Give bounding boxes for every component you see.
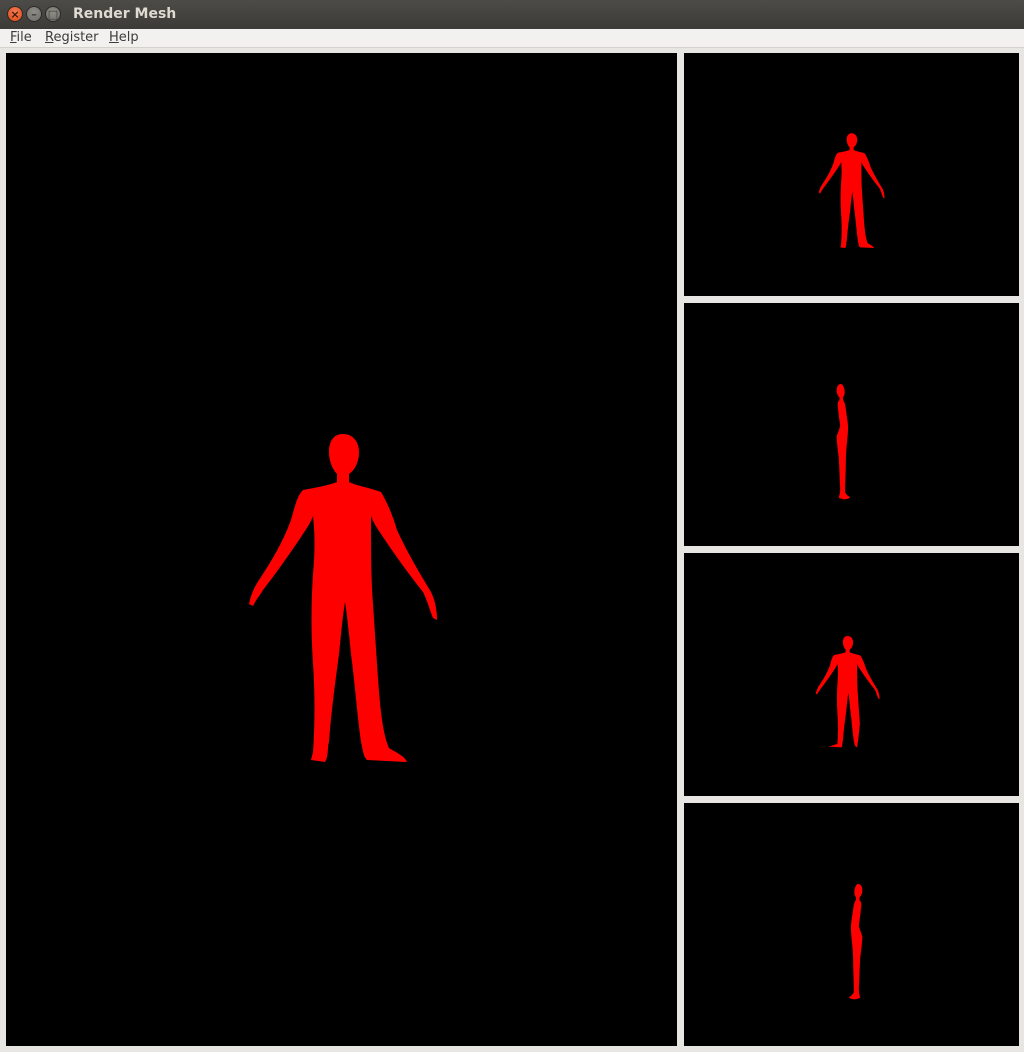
human-mesh-side-left [836, 384, 851, 500]
side-mesh-render-left [836, 384, 851, 500]
menu-help[interactable]: Help [109, 30, 139, 45]
view-2-viewport[interactable] [684, 303, 1019, 546]
view-3-viewport[interactable] [684, 553, 1019, 796]
menu-file[interactable]: File [10, 30, 32, 45]
front-mesh-render [249, 434, 437, 762]
title-bar[interactable]: × – □ Render Mesh [0, 0, 1024, 29]
view-4-viewport[interactable] [684, 803, 1019, 1046]
human-mesh-front-small [818, 133, 885, 249]
menu-register[interactable]: Register [45, 30, 99, 45]
menu-bar: File Register Help [0, 29, 1024, 48]
close-icon: × [10, 7, 20, 21]
human-mesh-back [815, 636, 880, 748]
back-mesh-render [815, 636, 880, 748]
maximize-window-button[interactable]: □ [45, 6, 61, 22]
view-1-viewport[interactable] [684, 53, 1019, 296]
side-mesh-render-right [848, 884, 863, 1000]
front-mesh-render-small [818, 133, 885, 249]
minimize-window-button[interactable]: – [26, 6, 42, 22]
human-mesh-front [249, 434, 437, 762]
window-title: Render Mesh [73, 6, 177, 22]
minimize-icon: – [31, 7, 37, 21]
maximize-icon: □ [47, 7, 59, 21]
close-window-button[interactable]: × [7, 6, 23, 22]
main-render-viewport[interactable] [6, 53, 677, 1046]
human-mesh-side-right [848, 884, 863, 1000]
